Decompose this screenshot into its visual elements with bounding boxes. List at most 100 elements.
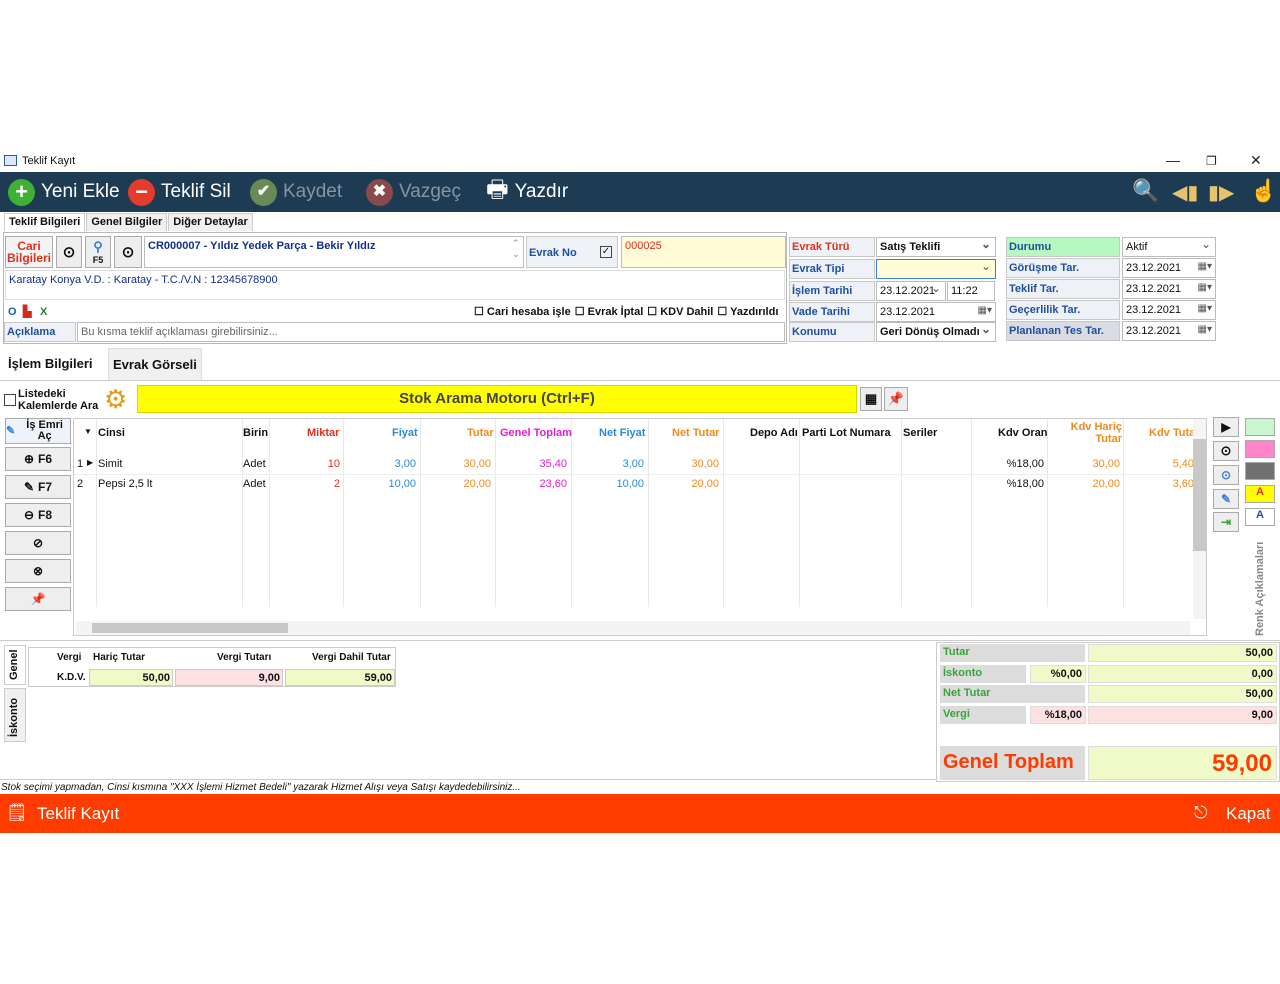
vtab-iskonto[interactable]: İskonto (4, 688, 26, 742)
cari-name-field[interactable]: CR000007 - Yıldız Yedek Parça - Bekir Yı… (144, 236, 524, 268)
vade-tarihi-field[interactable]: 23.12.2021 (876, 302, 996, 322)
save-label: Kaydet (283, 181, 343, 202)
tab-genel-bilgiler[interactable]: Genel Bilgiler (86, 213, 168, 231)
cari-add-icon[interactable]: ⊙ (114, 236, 142, 268)
col-kdv-tutar[interactable]: Kdv Tuta (1149, 427, 1195, 439)
stock-search-bar[interactable]: Stok Arama Motoru (Ctrl+F) (137, 385, 857, 413)
iskonto-percent[interactable]: %0,00 (1030, 665, 1086, 683)
yazdirildi-check[interactable]: ☐ Yazdırıldı (717, 305, 778, 318)
evrak-turu-select[interactable]: Satış Teklifi (876, 237, 996, 257)
col-seriler[interactable]: Seriler (903, 427, 937, 439)
outlook-icon[interactable]: O (8, 306, 17, 318)
vergi-h2: Hariç Tutar (93, 652, 146, 663)
col-genel-toplam[interactable]: Genel Toplam (500, 427, 572, 439)
tab-evrak-gorseli[interactable]: Evrak Görseli (108, 348, 202, 381)
exit-icon[interactable]: ⎋ (1194, 803, 1207, 823)
vtab-genel[interactable]: Genel (4, 645, 26, 685)
col-miktar[interactable]: Miktar (307, 427, 339, 439)
aciklama-field[interactable]: Bu kısma teklif açıklaması girebilirsini… (77, 322, 785, 342)
row-pointer-icon: ▶ (87, 458, 94, 467)
cell-net-tutar: 20,00 (691, 478, 719, 490)
f7-button[interactable]: ✎ F7 (5, 475, 71, 499)
sort-icon[interactable]: ▼ (84, 427, 92, 436)
is-emri-button[interactable]: ✎ İş Emri Aç (5, 418, 71, 444)
net-tutar-label: Net Tutar (940, 685, 1085, 703)
table-row[interactable]: 2 Pepsi 2,5 lt Adet 2 10,00 20,00 23,60 … (74, 474, 1194, 492)
next-icon[interactable]: ▮▶ (1208, 180, 1234, 205)
col-net-tutar[interactable]: Net Tutar (672, 427, 719, 439)
planlanan-field[interactable]: 23.12.2021 (1122, 321, 1216, 341)
approve-button[interactable]: ⊘ (5, 531, 71, 555)
plus-icon: + (8, 178, 35, 206)
down-icon[interactable]: ⊙ (1213, 465, 1239, 485)
islem-tarihi-field[interactable]: 23.12.2021 (876, 281, 946, 301)
cancel-button[interactable]: ✖ Vazgeç (366, 176, 461, 208)
gear-icon[interactable]: ⚙ (104, 384, 127, 415)
islem-saat-field[interactable]: 11:22 (947, 281, 995, 301)
vtab-iskonto-label: İskonto (8, 697, 20, 737)
col-kdv-oran[interactable]: Kdv Oran (998, 427, 1048, 439)
col-fiyat[interactable]: Fiyat (392, 427, 418, 439)
col-net-fiyat[interactable]: Net Fiyat (599, 427, 645, 439)
cell-cinsi: Pepsi 2,5 lt (98, 478, 153, 490)
cari-check[interactable]: ☐ Cari hesaba işle (474, 305, 571, 318)
teklif-tar-field[interactable]: 23.12.2021 (1122, 279, 1216, 299)
excel-icon[interactable]: X (40, 306, 47, 318)
note-icon[interactable]: ✎ (1213, 489, 1239, 509)
pdf-icon[interactable]: ▙ (23, 305, 31, 318)
evrak-no-field[interactable]: 000025 (621, 236, 786, 268)
new-button[interactable]: + Yeni Ekle (8, 176, 120, 208)
export-icon[interactable]: ⇥ (1213, 512, 1239, 532)
print-button[interactable]: 🖶 Yazdır (486, 176, 568, 208)
col-cinsi[interactable]: Cinsi (98, 427, 125, 439)
table-row[interactable]: 1 ▶ Simit Adet 10 3,00 30,00 35,40 3,00 … (74, 455, 1194, 473)
f6-button[interactable]: ⊕ F6 (5, 447, 71, 471)
pin-icon[interactable]: 📌 (884, 387, 908, 411)
delete-button[interactable]: − Teklif Sil (128, 176, 231, 208)
f6-label: F6 (38, 452, 53, 466)
scroll-arrows[interactable]: ⌃ ⌄ (512, 238, 520, 260)
kdv-check[interactable]: ☐ KDV Dahil (647, 305, 713, 318)
cari-search-button[interactable]: ⚲ F5 (85, 236, 111, 268)
reject-button[interactable]: ⊗ (5, 559, 71, 583)
tab-diger-detaylar[interactable]: Diğer Detaylar (168, 213, 253, 231)
konum-select[interactable]: Geri Dönüş Olmadı (876, 322, 996, 342)
tab-islem-bilgileri[interactable]: İşlem Bilgileri (4, 354, 97, 373)
iptal-check[interactable]: ☐ Evrak İptal (575, 305, 644, 318)
cell-miktar: 10 (327, 458, 340, 470)
hand-icon[interactable]: ☝ (1250, 178, 1277, 204)
col-kdv-haric[interactable]: Kdv Hariç Tutar (1064, 421, 1122, 445)
col-depo[interactable]: Depo Adı (750, 427, 798, 439)
teklif-tar-label: Teklif Tar. (1006, 279, 1120, 299)
horizontal-scrollbar[interactable] (76, 621, 1190, 635)
maximize-button[interactable]: ❐ (1206, 154, 1217, 168)
tab-teklif-bilgileri[interactable]: Teklif Bilgileri (4, 213, 86, 231)
up-icon[interactable]: ⊙ (1213, 441, 1239, 461)
col-birim[interactable]: Birin (243, 427, 268, 439)
col-parti-lot[interactable]: Parti Lot Numara (802, 427, 891, 439)
search-icon[interactable]: 🔍 (1132, 178, 1159, 204)
f8-button[interactable]: ⊖ F8 (5, 503, 71, 527)
evrak-no-checkbox[interactable]: ✓ (600, 246, 612, 258)
close-app-button[interactable]: Kapat (1226, 804, 1270, 824)
play-icon[interactable]: ▶ (1213, 417, 1239, 437)
pin-button[interactable]: 📌 (5, 587, 71, 611)
row-no: 2 (77, 478, 84, 490)
evrak-tipi-select[interactable] (876, 259, 996, 279)
cari-detail-icon[interactable]: ⊙ (56, 236, 82, 268)
gecerlilik-field[interactable]: 23.12.2021 (1122, 300, 1216, 320)
list-search-checkbox[interactable] (4, 394, 16, 406)
minimize-button[interactable]: — (1166, 152, 1180, 168)
cari-button[interactable]: Cari Bilgileri (5, 236, 53, 268)
cell-tutar: 20,00 (463, 478, 491, 490)
durum-select[interactable]: Aktif (1122, 237, 1216, 257)
close-button[interactable]: ✕ (1250, 152, 1262, 169)
save-button[interactable]: ✔ Kaydet (250, 176, 342, 208)
yazdirildi-check-label: Yazdırıldı (730, 306, 779, 318)
islem-tarihi-label: İşlem Tarihi (789, 281, 875, 301)
qr-icon[interactable]: ▦ (860, 387, 882, 411)
vertical-scrollbar[interactable] (1193, 419, 1206, 619)
col-tutar[interactable]: Tutar (467, 427, 494, 439)
gorusme-field[interactable]: 23.12.2021 (1122, 258, 1216, 278)
prev-icon[interactable]: ◀▮ (1172, 180, 1198, 205)
